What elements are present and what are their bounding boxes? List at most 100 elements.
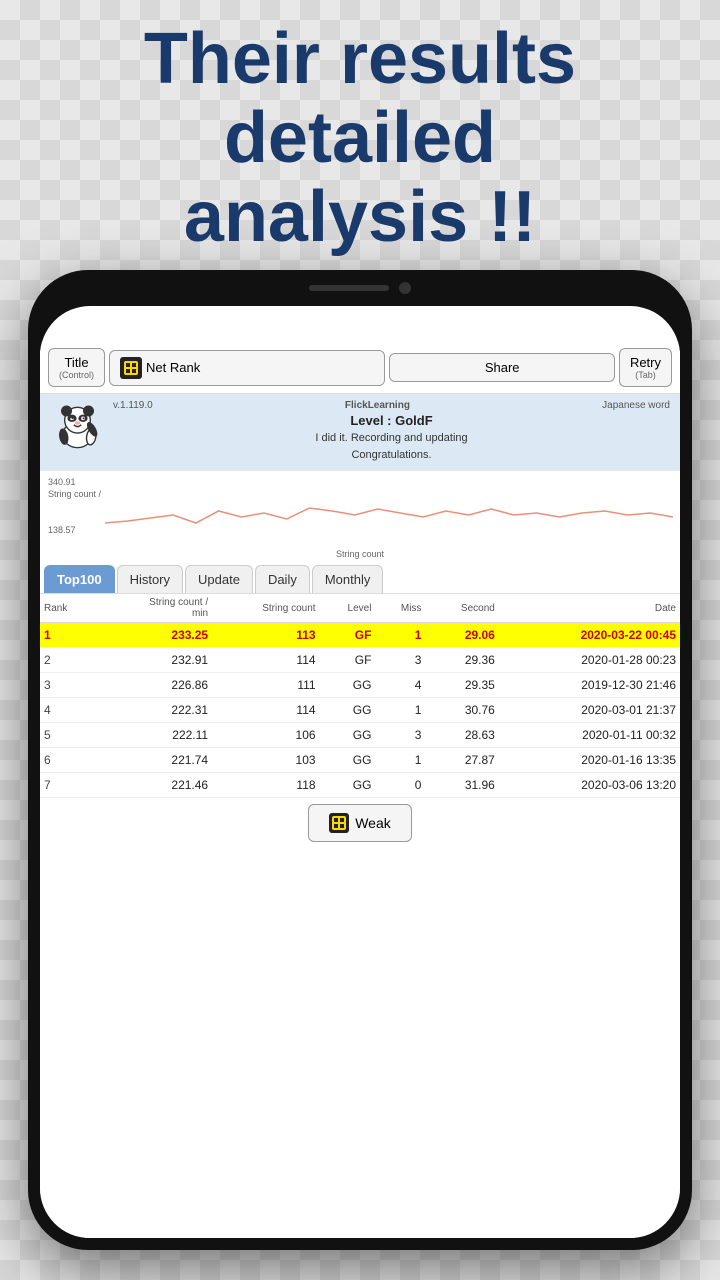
table-row: 6221.74103GG127.872020-01-16 13:35 [40, 748, 680, 773]
info-text-block: v.1.119.0 FlickLearning Japanese word Le… [113, 400, 670, 463]
cell-level: GG [320, 673, 376, 698]
phone-screen: Title (Control) Net Rank Share Retry (Ta… [40, 306, 680, 1238]
headline-line2: detailed [224, 98, 496, 178]
cell-miss: 1 [375, 748, 425, 773]
tab-monthly[interactable]: Monthly [312, 565, 384, 593]
cell-date: 2020-01-16 13:35 [499, 748, 680, 773]
chart-svg [105, 473, 673, 549]
cell-rank: 4 [40, 698, 95, 723]
tab-history[interactable]: History [117, 565, 183, 593]
notch-bar [309, 285, 389, 291]
level-label: Level : GoldF [113, 413, 670, 428]
table-row: 1233.25113GF129.062020-03-22 00:45 [40, 623, 680, 648]
table-row: 4222.31114GG130.762020-03-01 21:37 [40, 698, 680, 723]
cell-level: GG [320, 773, 376, 798]
cell-count: 103 [212, 748, 319, 773]
chart-x-label: String count [336, 549, 384, 559]
cell-miss: 1 [375, 698, 425, 723]
cell-count: 114 [212, 648, 319, 673]
cell-rank: 3 [40, 673, 95, 698]
share-label: Share [485, 360, 520, 375]
rankings-table-container: Rank String count /min String count Leve… [40, 594, 680, 848]
chart-y-min: 138.57 [48, 525, 76, 535]
cell-spm: 226.86 [95, 673, 212, 698]
cell-date: 2019-12-30 21:46 [499, 673, 680, 698]
chart-y-label: String count / [48, 489, 101, 499]
notch-camera [399, 282, 411, 294]
tabs-container: Top100 History Update Daily Monthly [40, 561, 680, 594]
cell-date: 2020-03-06 13:20 [499, 773, 680, 798]
title-label: Title [64, 355, 88, 370]
headline-line3: analysis !! [184, 177, 536, 257]
tab-update[interactable]: Update [185, 565, 253, 593]
cell-level: GG [320, 698, 376, 723]
cell-level: GG [320, 723, 376, 748]
cell-rank: 1 [40, 623, 95, 648]
cell-spm: 221.74 [95, 748, 212, 773]
cell-count: 113 [212, 623, 319, 648]
cell-count: 106 [212, 723, 319, 748]
chart-area: 340.91 String count / 138.57 String coun… [40, 471, 680, 561]
phone-frame: Title (Control) Net Rank Share Retry (Ta… [28, 270, 692, 1250]
cell-date: 2020-03-22 00:45 [499, 623, 680, 648]
cell-second: 31.96 [425, 773, 498, 798]
net-rank-button[interactable]: Net Rank [109, 350, 385, 386]
cell-miss: 4 [375, 673, 425, 698]
col-string-count: String count [212, 594, 319, 623]
panda-avatar [50, 400, 105, 455]
cell-level: GG [320, 748, 376, 773]
cell-miss: 3 [375, 723, 425, 748]
cell-level: GF [320, 648, 376, 673]
table-row: 2232.91114GF329.362020-01-28 00:23 [40, 648, 680, 673]
cell-spm: 233.25 [95, 623, 212, 648]
cell-spm: 221.46 [95, 773, 212, 798]
col-miss: Miss [375, 594, 425, 623]
cell-date: 2020-03-01 21:37 [499, 698, 680, 723]
app-name-label: FlickLearning [345, 400, 410, 411]
table-row: 7221.46118GG031.962020-03-06 13:20 [40, 773, 680, 798]
cell-second: 29.36 [425, 648, 498, 673]
tab-top100[interactable]: Top100 [44, 565, 115, 593]
cell-rank: 5 [40, 723, 95, 748]
title-sub: (Control) [59, 370, 94, 380]
cell-second: 30.76 [425, 698, 498, 723]
share-button[interactable]: Share [389, 353, 615, 382]
info-bar: v.1.119.0 FlickLearning Japanese word Le… [40, 394, 680, 471]
tab-daily[interactable]: Daily [255, 565, 310, 593]
cell-second: 27.87 [425, 748, 498, 773]
retry-button[interactable]: Retry (Tab) [619, 348, 672, 387]
cell-date: 2020-01-28 00:23 [499, 648, 680, 673]
cell-rank: 7 [40, 773, 95, 798]
chart-y-max: 340.91 [48, 477, 76, 487]
cell-date: 2020-01-11 00:32 [499, 723, 680, 748]
weak-button[interactable]: Weak [308, 804, 412, 842]
cell-second: 29.35 [425, 673, 498, 698]
cell-second: 28.63 [425, 723, 498, 748]
net-rank-icon [120, 357, 142, 379]
cell-second: 29.06 [425, 623, 498, 648]
weak-label: Weak [355, 815, 391, 831]
cell-miss: 1 [375, 623, 425, 648]
jp-word-label: Japanese word [602, 400, 670, 411]
cell-count: 114 [212, 698, 319, 723]
title-button[interactable]: Title (Control) [48, 348, 105, 387]
cell-rank: 6 [40, 748, 95, 773]
phone-notch [260, 270, 460, 306]
congrats-text: I did it. Recording and updatingCongratu… [113, 430, 670, 463]
table-row: 3226.86111GG429.352019-12-30 21:46 [40, 673, 680, 698]
net-rank-label: Net Rank [146, 360, 200, 375]
cell-spm: 232.91 [95, 648, 212, 673]
rankings-table: Rank String count /min String count Leve… [40, 594, 680, 798]
cell-count: 111 [212, 673, 319, 698]
toolbar: Title (Control) Net Rank Share Retry (Ta… [40, 342, 680, 394]
col-level: Level [320, 594, 376, 623]
headline-line1: Their results [144, 19, 576, 99]
col-spm: String count /min [95, 594, 212, 623]
weak-icon [329, 813, 349, 833]
retry-sub: (Tab) [630, 370, 661, 380]
table-row: 5222.11106GG328.632020-01-11 00:32 [40, 723, 680, 748]
col-second: Second [425, 594, 498, 623]
col-rank: Rank [40, 594, 95, 623]
cell-spm: 222.31 [95, 698, 212, 723]
col-date: Date [499, 594, 680, 623]
